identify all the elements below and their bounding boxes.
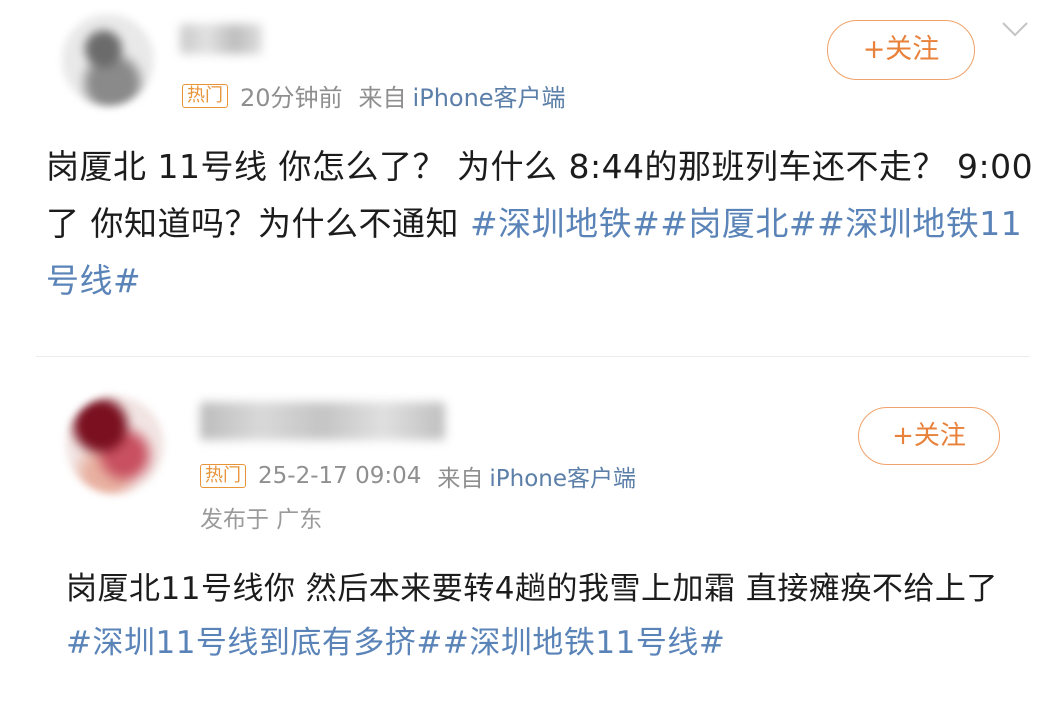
post-time: 25-2-17 09:04 <box>258 463 422 489</box>
post-meta: 热门 25-2-17 09:04 来自 iPhone客户端 <box>200 459 636 493</box>
client-name: iPhone客户端 <box>489 466 636 492</box>
hot-badge: 热门 <box>182 83 228 108</box>
topic-links[interactable]: #深圳11号线到底有多挤##深圳地铁11号线# <box>66 625 725 661</box>
post-location: 发布于 广东 <box>200 507 323 533</box>
hot-badge: 热门 <box>200 464 246 488</box>
follow-button[interactable]: +关注 <box>858 407 1000 465</box>
post-time: 20分钟前 <box>240 84 343 112</box>
username-blurred[interactable] <box>180 24 262 54</box>
post-text: 岗厦北11号线你 然后本来要转4趟的我雪上加霜 直接瘫痪不给上了 <box>66 571 998 607</box>
follow-button[interactable]: +关注 <box>827 20 975 80</box>
post-meta: 热门 20分钟前 来自 iPhone客户端 <box>182 78 566 113</box>
client-name: iPhone客户端 <box>412 84 566 112</box>
post-content: 岗厦北 11号线 你怎么了？ 为什么 8:44的那班列车还不走？ 9:00了 你… <box>46 138 1036 309</box>
source-prefix: 来自 <box>437 466 484 492</box>
username-blurred[interactable] <box>200 402 445 440</box>
weibo-post-1: 热门 20分钟前 来自 iPhone客户端 +关注 岗厦北 11号线 你怎么了？… <box>0 0 1057 340</box>
source-prefix: 来自 <box>358 84 407 112</box>
post-content: 岗厦北11号线你 然后本来要转4趟的我雪上加霜 直接瘫痪不给上了 #深圳11号线… <box>66 562 1016 670</box>
chevron-down-icon[interactable] <box>1000 18 1030 40</box>
divider <box>36 356 1030 357</box>
avatar[interactable] <box>66 396 164 494</box>
avatar[interactable] <box>62 14 154 106</box>
